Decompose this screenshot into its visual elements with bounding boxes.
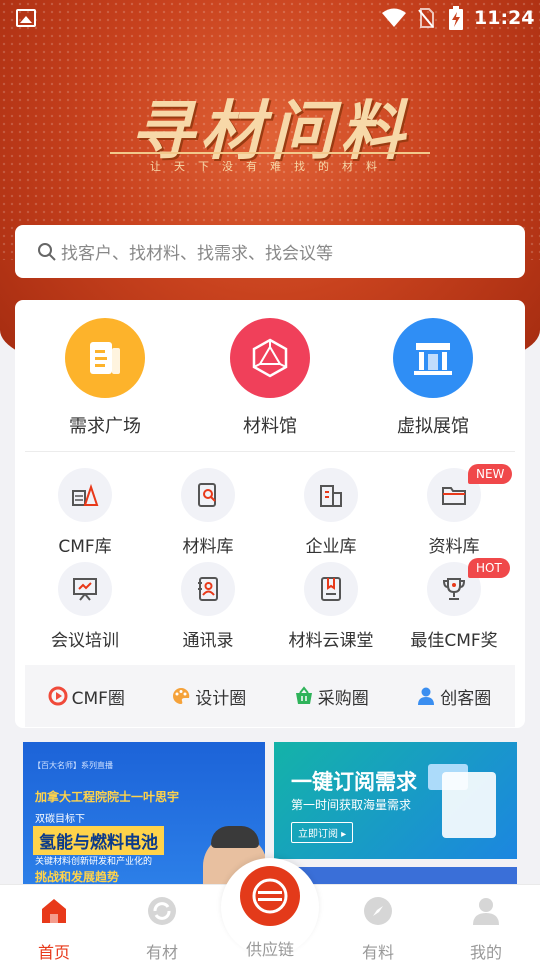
banner-speaker: 加拿大工程院院士一叶思宇 [35, 790, 180, 804]
tab-label: 供应链 [245, 940, 294, 959]
home-icon [42, 899, 66, 923]
grid-label: 会议培训 [51, 631, 119, 651]
user-icon [418, 687, 435, 705]
grid-item-cmf-library[interactable]: CMF库 [25, 468, 145, 557]
palette-icon [173, 687, 190, 704]
battery-charging-icon [449, 6, 463, 30]
refresh-circle-icon [148, 897, 176, 925]
contacts-icon [181, 562, 235, 616]
bookmark-book-icon [304, 562, 358, 616]
circle-maker[interactable]: 创客圈 [393, 684, 516, 709]
banner-desc-bold: 挑战和发展趋势 [35, 870, 120, 884]
subscribe-button[interactable]: 立即订阅 ▸ [291, 822, 354, 843]
basket-icon [295, 686, 312, 704]
circle-label: CMF圈 [71, 688, 125, 709]
app-slogan: 让天下没有难找的材料 [150, 160, 390, 173]
tab-mine[interactable]: 我的 [432, 895, 540, 960]
feature-card: 需求广场 材料馆 虚拟展馆 CMF库 材料库 企业库 NEW 资料库 会议培训 … [15, 300, 525, 728]
new-badge: NEW [468, 464, 513, 484]
grid-item-enterprise-library[interactable]: 企业库 [271, 468, 391, 557]
circle-purchase[interactable]: 采购圈 [270, 684, 393, 709]
shapes-icon [58, 468, 112, 522]
no-sim-icon [418, 8, 434, 28]
logo-divider [110, 152, 430, 154]
entry-demand-square[interactable]: 需求广场 [45, 318, 165, 438]
live-lecture-banner[interactable]: 【百大名师】系列直播 加拿大工程院院士一叶思宇 双碳目标下 氢能与燃料电池 关键… [23, 742, 265, 884]
document-icon [65, 318, 145, 398]
circle-cmf[interactable]: CMF圈 [25, 684, 148, 709]
tab-home[interactable]: 首页 [0, 895, 108, 960]
pavilion-icon [393, 318, 473, 398]
circle-label: 设计圈 [195, 688, 247, 709]
supply-chain-icon [240, 866, 300, 926]
polyhedron-icon [230, 318, 310, 398]
circle-label: 采购圈 [317, 688, 369, 709]
presentation-icon [58, 562, 112, 616]
subscribe-title: 一键订阅需求 [291, 770, 417, 794]
banner-topic: 氢能与燃料电池 [33, 826, 164, 855]
grid-item-cloud-classroom[interactable]: 材料云课堂 [271, 562, 391, 651]
grid-label: 企业库 [305, 537, 357, 557]
search-placeholder: 找客户、找材料、找需求、找会议等 [61, 244, 333, 264]
search-input[interactable]: 找客户、找材料、找需求、找会议等 [15, 225, 525, 278]
entry-label: 需求广场 [69, 416, 141, 437]
grid-item-meeting-training[interactable]: 会议培训 [25, 562, 145, 651]
grid-label: 通讯录 [182, 631, 234, 651]
circle-label: 创客圈 [440, 688, 492, 709]
building-icon [304, 468, 358, 522]
banner-desc: 关键材料创新研发和产业化的 [35, 857, 153, 867]
subscribe-banner[interactable]: 一键订阅需求 第一时间获取海量需求 立即订阅 ▸ [274, 742, 517, 859]
banner-tag: 【百大名师】系列直播 [33, 761, 113, 770]
main-entries: 需求广场 材料馆 虚拟展馆 [15, 318, 525, 450]
grid-label: 材料云课堂 [288, 631, 374, 651]
grid-item-best-cmf-award[interactable]: HOT 最佳CMF奖 [394, 558, 514, 651]
compass-icon [364, 897, 392, 925]
hot-badge: HOT [468, 558, 510, 578]
document-illustration [442, 772, 496, 838]
section-divider [25, 451, 515, 452]
grid-label: 最佳CMF奖 [410, 631, 498, 651]
tab-label: 有材 [145, 943, 178, 960]
entry-label: 虚拟展馆 [397, 416, 469, 437]
tab-label: 首页 [37, 943, 70, 960]
tab-label: 有料 [361, 943, 394, 960]
image-notification-icon [16, 9, 36, 27]
grid-label: 资料库 [428, 537, 480, 557]
tab-youliao[interactable]: 有料 [324, 895, 432, 960]
entry-virtual-pavilion[interactable]: 虚拟展馆 [373, 318, 493, 438]
search-icon [38, 242, 56, 261]
circle-design[interactable]: 设计圈 [148, 684, 271, 709]
tab-youcai[interactable]: 有材 [108, 895, 216, 960]
subscribe-subtitle: 第一时间获取海量需求 [291, 798, 412, 812]
grid-label: CMF库 [58, 537, 112, 557]
tab-supply-chain[interactable]: 供应链 [221, 858, 319, 959]
search-doc-icon [181, 468, 235, 522]
profile-icon [473, 898, 499, 925]
banner-subtitle: 双碳目标下 [35, 814, 85, 825]
play-circle-icon [48, 686, 68, 706]
grid-item-material-library[interactable]: 材料库 [148, 468, 268, 557]
grid-item-contacts[interactable]: 通讯录 [148, 562, 268, 651]
entry-label: 材料馆 [243, 416, 297, 437]
circle-bar: CMF圈 设计圈 采购圈 创客圈 [25, 665, 515, 727]
grid-label: 材料库 [182, 537, 234, 557]
grid-item-document-library[interactable]: NEW 资料库 [394, 464, 514, 557]
entry-material-hall[interactable]: 材料馆 [210, 318, 330, 438]
tab-label: 我的 [469, 943, 502, 960]
status-bar: 11:24 [0, 0, 540, 36]
wifi-icon [382, 8, 406, 27]
status-time: 11:24 [474, 7, 535, 29]
